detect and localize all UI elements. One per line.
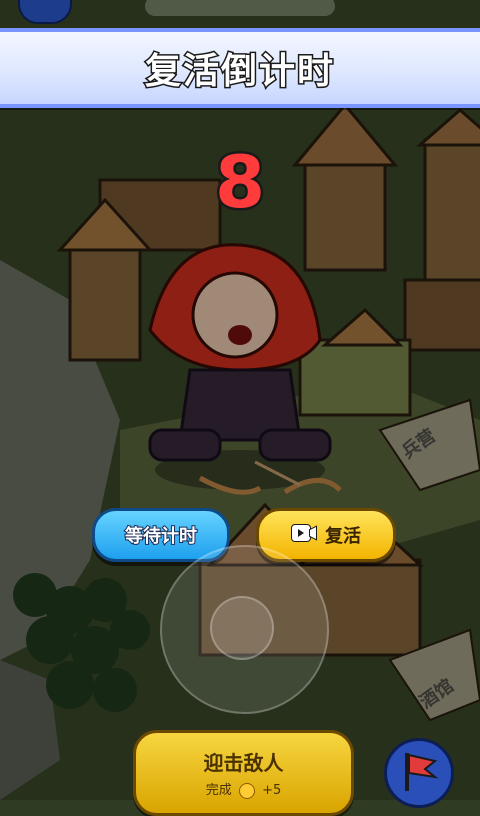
top-status-pill [145, 0, 335, 16]
task-engage-enemy-button[interactable]: 迎击敌人 完成 +5 [133, 730, 354, 816]
banner-title: 复活倒计时 [143, 50, 335, 94]
battle-flag-button[interactable] [384, 738, 454, 808]
task-reward-amount: +5 [262, 783, 282, 798]
task-reward: 完成 +5 [136, 779, 351, 799]
revive-label: 复活 [325, 526, 361, 547]
coin-icon [238, 782, 255, 799]
task-title: 迎击敌人 [203, 751, 284, 775]
countdown-number: 8 [212, 138, 267, 227]
revive-countdown-banner: 复活倒计时 [0, 28, 480, 108]
joystick-knob[interactable] [210, 596, 274, 660]
video-icon [291, 523, 317, 547]
task-complete-label: 完成 [205, 783, 232, 798]
wait-countdown-label: 等待计时 [124, 525, 198, 548]
